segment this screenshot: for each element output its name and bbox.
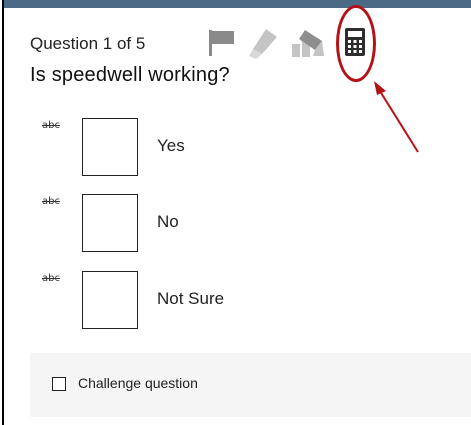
answer-eliminator-icon[interactable] <box>291 28 325 58</box>
answer-option-no[interactable]: abc No <box>42 194 342 254</box>
challenge-question-label[interactable]: Challenge question <box>78 375 198 391</box>
answer-checkbox[interactable] <box>82 118 138 176</box>
annotation-arrow-icon <box>374 81 419 153</box>
answer-label: Yes <box>157 136 185 155</box>
challenge-question-checkbox[interactable] <box>52 377 66 391</box>
answer-option-yes[interactable]: abc Yes <box>42 118 342 178</box>
answer-checkbox[interactable] <box>82 194 138 252</box>
flag-icon[interactable] <box>207 29 237 57</box>
strikethrough-icon[interactable]: abc <box>42 273 60 284</box>
strikethrough-icon[interactable]: abc <box>42 196 60 207</box>
challenge-question-bar: Challenge question <box>30 353 471 417</box>
annotation-circle <box>336 5 376 82</box>
highlighter-icon[interactable] <box>248 26 280 60</box>
top-bar <box>4 0 471 8</box>
question-text: Is speedwell working? <box>30 64 230 86</box>
answer-label: Not Sure <box>157 289 225 308</box>
answer-label: No <box>157 212 179 231</box>
question-panel: Question 1 of 5 Is speedwell working? ab… <box>2 0 471 425</box>
answer-option-not-sure[interactable]: abc Not Sure <box>42 271 342 331</box>
strikethrough-icon[interactable]: abc <box>42 120 60 131</box>
question-counter: Question 1 of 5 <box>30 34 146 53</box>
answer-checkbox[interactable] <box>82 271 138 329</box>
